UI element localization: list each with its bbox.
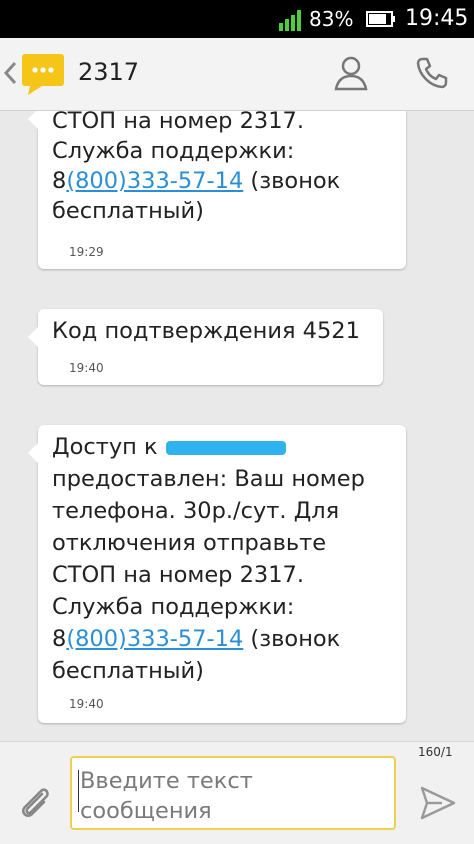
message-bubble[interactable]: СТОП на номер 2317. Служба поддержки: 8(… (28, 111, 406, 269)
message-line: Код подтверждения 4521 (52, 318, 360, 344)
message-line: Доступ к (52, 433, 286, 463)
battery-icon (366, 11, 395, 27)
status-bar: 83% 19:45 (0, 0, 474, 38)
messages-app-icon[interactable] (20, 52, 66, 96)
redacted-service-name (165, 440, 286, 455)
paperclip-attach-icon[interactable] (16, 784, 54, 822)
message-timestamp: 19:40 (69, 697, 104, 711)
message-line: Служба поддержки: (52, 138, 295, 164)
contact-person-icon[interactable] (332, 54, 370, 92)
message-line: Служба поддержки: (52, 594, 295, 620)
message-line: телефона. 30р./сут. Для (52, 498, 340, 524)
back-chevron-icon[interactable] (2, 60, 18, 86)
call-phone-icon[interactable] (414, 55, 450, 91)
message-line: бесплатный) (52, 658, 204, 684)
phone-link[interactable]: (800)333-57-14 (66, 168, 243, 194)
message-line: СТОП на номер 2317. (52, 111, 305, 134)
send-icon[interactable] (418, 784, 458, 822)
message-bubble[interactable]: Код подтверждения 4521 19:40 (28, 309, 383, 385)
message-line: бесплатный) (52, 198, 204, 224)
message-line: 8(800)333-57-14 (звонок (52, 168, 341, 194)
text-caret (78, 770, 79, 812)
message-line: предоставлен: Ваш номер (52, 466, 365, 492)
message-input-placeholder: Введите текст сообщения (80, 768, 253, 824)
message-bubble[interactable]: Доступ к предоставлен: Ваш номер телефон… (28, 425, 406, 723)
character-counter: 160/1 (418, 745, 453, 759)
message-timestamp: 19:40 (69, 361, 104, 375)
action-bar: 2317 (0, 38, 474, 111)
phone-link[interactable]: (800)333-57-14 (66, 626, 243, 652)
composer-bar: 160/1 Введите текст сообщения (0, 741, 474, 844)
thread-title: 2317 (78, 58, 140, 86)
message-timestamp: 19:29 (69, 245, 104, 259)
message-line: СТОП на номер 2317. (52, 562, 305, 588)
battery-percent: 83% (309, 7, 354, 31)
message-list[interactable]: СТОП на номер 2317. Служба поддержки: 8(… (0, 111, 474, 741)
signal-icon (279, 10, 301, 31)
message-line: отключения отправьте (52, 530, 327, 556)
clock: 19:45 (405, 6, 469, 31)
message-input[interactable]: Введите текст сообщения (70, 756, 396, 830)
message-line: 8(800)333-57-14 (звонок (52, 626, 341, 652)
